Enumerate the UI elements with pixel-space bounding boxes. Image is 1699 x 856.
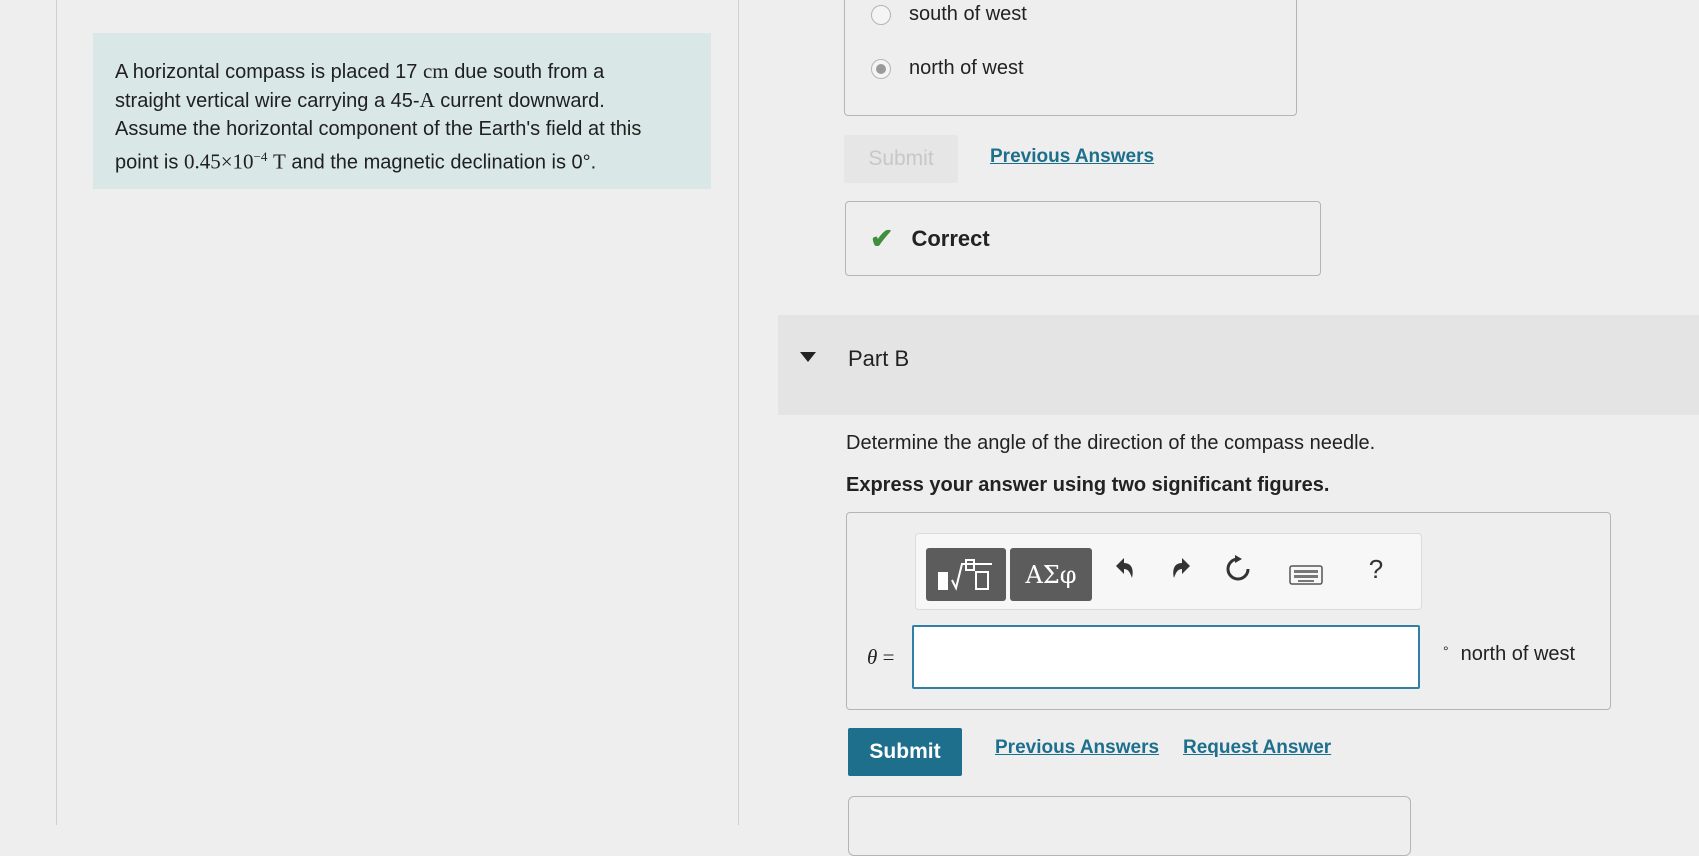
symbols-button[interactable]: ΑΣφ bbox=[1010, 548, 1092, 601]
help-button[interactable]: ? bbox=[1358, 554, 1394, 585]
answer-area: ΑΣφ ? θ = ° north of west bbox=[846, 512, 1611, 710]
redo-icon[interactable] bbox=[1164, 554, 1200, 589]
part-b-title[interactable]: Part B bbox=[848, 346, 909, 372]
math-toolbar: ΑΣφ ? bbox=[915, 533, 1422, 610]
problem-line-1: A horizontal compass is placed 17 cm due… bbox=[115, 59, 605, 83]
choice-south-of-west[interactable]: south of west bbox=[871, 3, 1027, 26]
part-a-choices: south of west north of west bbox=[844, 0, 1297, 116]
problem-line-2: straight vertical wire carrying a 45-A c… bbox=[115, 88, 605, 112]
part-b-prompt: Determine the angle of the direction of … bbox=[846, 432, 1376, 454]
request-answer-link[interactable]: Request Answer bbox=[1183, 737, 1331, 759]
part-a-submit-button[interactable]: Submit bbox=[844, 135, 958, 183]
part-a-previous-answers-link[interactable]: Previous Answers bbox=[990, 146, 1154, 168]
radio-north-of-west[interactable] bbox=[871, 58, 891, 79]
templates-icon bbox=[938, 558, 992, 591]
part-b-previous-answers-link[interactable]: Previous Answers bbox=[995, 737, 1159, 759]
choice-north-of-west[interactable]: north of west bbox=[871, 57, 1024, 80]
feedback-box bbox=[848, 796, 1411, 856]
theta-label: θ = bbox=[867, 645, 895, 669]
radio-south-of-west[interactable] bbox=[871, 4, 891, 25]
reset-icon[interactable] bbox=[1220, 554, 1256, 591]
answer-input[interactable] bbox=[912, 625, 1420, 689]
undo-icon[interactable] bbox=[1106, 554, 1142, 589]
problem-line-4: point is 0.45×10−4 T and the magnetic de… bbox=[115, 149, 597, 174]
caret-down-icon[interactable] bbox=[800, 352, 816, 362]
templates-button[interactable] bbox=[926, 548, 1006, 601]
part-b-submit-button[interactable]: Submit bbox=[848, 728, 962, 776]
keyboard-icon[interactable] bbox=[1288, 560, 1324, 592]
check-icon: ✔ bbox=[870, 223, 894, 254]
problem-statement: A horizontal compass is placed 17 cm due… bbox=[93, 33, 711, 189]
part-b-header[interactable] bbox=[778, 315, 1699, 415]
column-divider bbox=[738, 0, 739, 825]
left-divider bbox=[56, 0, 57, 825]
answer-units: ° north of west bbox=[1443, 643, 1576, 665]
problem-line-3: Assume the horizontal component of the E… bbox=[115, 118, 642, 140]
part-b-instruction: Express your answer using two significan… bbox=[846, 474, 1330, 496]
correct-feedback: ✔ Correct bbox=[845, 201, 1321, 276]
